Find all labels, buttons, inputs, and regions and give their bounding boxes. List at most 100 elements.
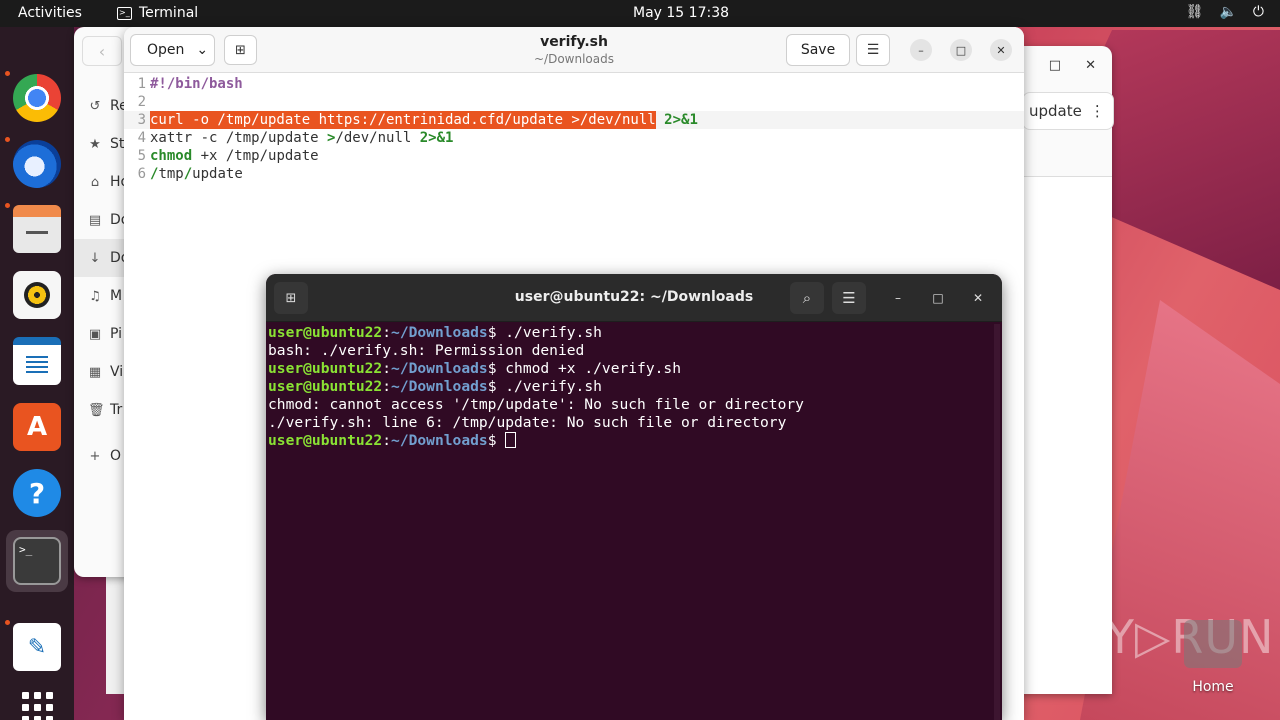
prompt-user: user@ubuntu22 [268, 324, 383, 341]
minimize-button[interactable]: – [887, 287, 909, 309]
code-line: 1 #!/bin/bash [124, 75, 1024, 93]
code-token: update [192, 166, 243, 182]
running-indicator [5, 620, 10, 625]
code-token: > [327, 130, 336, 146]
editor-title: verify.sh [540, 34, 608, 50]
kebab-menu-icon[interactable]: ⋮ [1090, 102, 1105, 120]
sidebar-item-icon: ↺ [89, 98, 101, 114]
sidebar-item-icon: ♫ [89, 288, 101, 304]
back-button[interactable]: ‹ [82, 36, 122, 66]
maximize-button[interactable]: □ [1049, 58, 1061, 73]
sidebar-item-icon: 🗑 [88, 402, 105, 418]
editor-subtitle: ~/Downloads [534, 52, 614, 66]
hamburger-menu-icon[interactable]: ☰ [856, 34, 890, 66]
sidebar-item-label: Tr [110, 402, 123, 418]
prompt-command: $ [487, 432, 506, 449]
prompt-separator: : [382, 360, 392, 377]
network-icon: ⛓ [1185, 4, 1204, 20]
sidebar-item-icon: ⌂ [90, 174, 100, 190]
clock[interactable]: May 15 17:38 [633, 5, 729, 21]
sidebar-item-icon: + [89, 448, 101, 464]
code-area[interactable]: 1 #!/bin/bash 2 3 curl -o /tmp/update https:… [124, 75, 1024, 183]
open-label: Open [147, 42, 185, 58]
terminal-prompt-line: user@ubuntu22:~/Downloads$ ./verify.sh [268, 378, 998, 396]
show-apps-icon[interactable] [13, 683, 61, 720]
sidebar-item-icon: ★ [89, 136, 101, 152]
dock: A ? >_ ✎ [0, 27, 74, 720]
home-folder-icon[interactable] [1184, 620, 1242, 668]
terminal-title: user@ubuntu22: ~/Downloads [514, 289, 754, 305]
line-number: 3 [137, 112, 146, 128]
close-button[interactable]: ✕ [1085, 58, 1096, 73]
terminal-scrollbar[interactable] [994, 324, 1000, 720]
terminal-output-line: bash: ./verify.sh: Permission denied [268, 342, 585, 359]
terminal-prompt-line: user@ubuntu22:~/Downloads$ chmod +x ./ve… [268, 360, 998, 378]
save-button[interactable]: Save [786, 34, 850, 66]
system-tray[interactable]: ⛓ 🔈 ⏻ [1186, 4, 1264, 20]
close-button[interactable]: ✕ [967, 287, 989, 309]
app-menu[interactable]: >_ Terminal [117, 5, 198, 21]
update-pill[interactable]: update ⋮ [1022, 92, 1114, 130]
background-window-right[interactable]: □ ✕ update ⋮ [1010, 46, 1114, 694]
code-line: 5 chmod +x /tmp/update [124, 147, 1024, 165]
terminal-glyph: >_ [19, 543, 33, 556]
running-indicator [5, 203, 10, 208]
app-center-icon[interactable]: A [13, 403, 61, 451]
running-indicator [5, 137, 10, 142]
new-tab-button[interactable]: ⊞ [224, 35, 257, 65]
terminal-output-line: chmod: cannot access '/tmp/update': No s… [268, 396, 804, 413]
code-token: +x /tmp/update [192, 148, 319, 164]
prompt-user: user@ubuntu22 [268, 432, 383, 449]
terminal-icon[interactable]: >_ [13, 537, 61, 585]
chevron-down-icon: ⌄ [196, 42, 209, 58]
update-label: update [1029, 102, 1082, 120]
volume-icon: 🔈 [1219, 4, 1237, 20]
selected-text: curl -o /tmp/update https://entrinidad.c… [150, 111, 656, 129]
writer-icon[interactable] [13, 337, 61, 385]
help-icon[interactable]: ? [13, 469, 61, 517]
terminal-output[interactable]: user@ubuntu22:~/Downloads$ ./verify.sh ba… [268, 324, 998, 450]
line-number: 6 [137, 166, 146, 182]
prompt-separator: : [382, 378, 392, 395]
power-icon: ⏻ [1252, 4, 1264, 20]
files-icon[interactable] [13, 205, 61, 253]
prompt-path: ~/Downloads [391, 378, 488, 395]
code-line: 2 [124, 93, 1024, 111]
sidebar-item-label: Vi [110, 364, 124, 380]
line-number: 5 [137, 148, 146, 164]
open-button[interactable]: Open ⌄ [130, 34, 215, 66]
thunderbird-icon[interactable] [13, 140, 61, 188]
sidebar-item-icon: ▦ [88, 364, 102, 380]
prompt-path: ~/Downloads [391, 432, 488, 449]
chrome-icon[interactable] [13, 74, 61, 122]
hamburger-menu-icon[interactable]: ☰ [832, 282, 866, 314]
terminal-window[interactable]: ⊞ user@ubuntu22: ~/Downloads ⌕ ☰ – □ ✕ u… [266, 274, 1002, 720]
close-button[interactable]: ✕ [990, 39, 1012, 61]
terminal-prompt-line: user@ubuntu22:~/Downloads$ ./verify.sh [268, 324, 998, 342]
search-icon: ⌕ [802, 289, 812, 307]
search-button[interactable]: ⌕ [790, 282, 824, 314]
code-token: / [150, 166, 159, 182]
code-token: chmod [150, 148, 193, 164]
prompt-user: user@ubuntu22 [268, 378, 383, 395]
top-bar: Activities >_ Terminal May 15 17:38 ⛓ 🔈 … [0, 0, 1280, 27]
minimize-button[interactable]: – [910, 39, 932, 61]
code-token: 2>&1 [419, 130, 454, 146]
prompt-path: ~/Downloads [391, 360, 488, 377]
maximize-button[interactable]: □ [950, 39, 972, 61]
maximize-button[interactable]: □ [927, 287, 949, 309]
activities-button[interactable]: Activities [18, 5, 82, 21]
terminal-output-line: ./verify.sh: line 6: /tmp/update: No suc… [268, 414, 787, 431]
home-label: Home [1192, 679, 1234, 695]
terminal-header: ⊞ user@ubuntu22: ~/Downloads ⌕ ☰ – □ ✕ [266, 274, 1002, 322]
rhythmbox-icon[interactable] [13, 271, 61, 319]
new-tab-button[interactable]: ⊞ [274, 282, 308, 314]
terminal-prompt-line: user@ubuntu22:~/Downloads$ [268, 432, 998, 450]
prompt-separator: : [382, 324, 392, 341]
line-number: 4 [137, 130, 146, 146]
code-line: 6/tmp / update [124, 165, 1024, 183]
prompt-command: $ ./verify.sh [487, 324, 602, 341]
text-editor-icon[interactable]: ✎ [13, 623, 61, 671]
prompt-command: $ chmod +x ./verify.sh [487, 360, 681, 377]
